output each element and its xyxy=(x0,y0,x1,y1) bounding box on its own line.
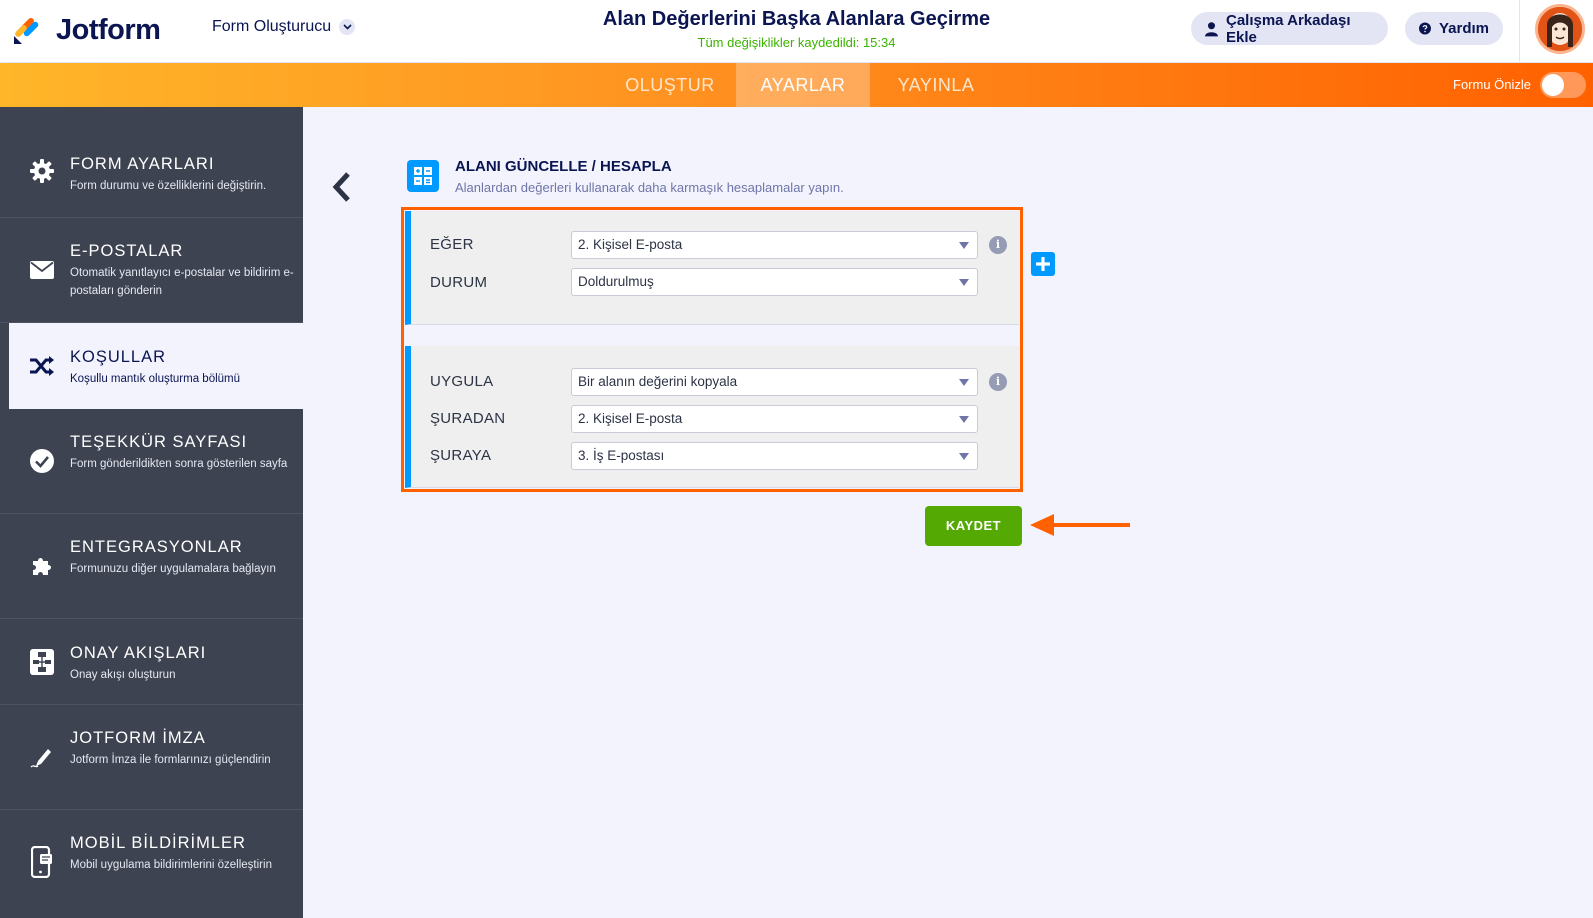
sidebar-item-integrations[interactable]: ENTEGRASYONLAR Formunuzu diğer uygulamal… xyxy=(0,514,303,619)
help-button[interactable]: Yardım xyxy=(1405,12,1503,45)
toggle-knob xyxy=(1542,74,1564,96)
chevron-left-icon xyxy=(332,172,350,202)
sidebar-item-thank-you-page[interactable]: TEŞEKKÜR SAYFASI Form gönderildikten son… xyxy=(0,409,303,514)
mobile-icon xyxy=(28,846,56,878)
sidebar-item-label: FORM AYARLARI xyxy=(70,155,215,173)
add-condition-button[interactable] xyxy=(1031,252,1055,276)
highlight-frame xyxy=(401,207,1023,492)
preview-form-toggle[interactable] xyxy=(1540,72,1586,98)
question-icon xyxy=(1419,22,1431,35)
preview-form-label: Formu Önizle xyxy=(1453,77,1532,92)
tab-publish[interactable]: YAYINLA xyxy=(876,63,996,107)
sidebar-item-mobile-notifications[interactable]: MOBİL BİLDİRİMLER Mobil uygulama bildiri… xyxy=(0,810,303,918)
check-circle-icon xyxy=(28,447,56,475)
sidebar-item-label: TEŞEKKÜR SAYFASI xyxy=(70,433,248,451)
plus-icon xyxy=(1036,257,1050,271)
envelope-icon xyxy=(28,256,56,284)
save-button[interactable]: KAYDET xyxy=(925,506,1022,546)
sidebar-item-desc: Formunuzu diğer uygulamalara bağlayın xyxy=(70,563,276,575)
pen-icon xyxy=(28,743,56,771)
gear-icon xyxy=(28,157,56,185)
sidebar-item-jotform-sign[interactable]: JOTFORM İMZA Jotform İmza ile formlarını… xyxy=(0,705,303,810)
sidebar-item-label: ENTEGRASYONLAR xyxy=(70,538,243,556)
builder-tab-bar: OLUŞTUR AYARLAR YAYINLA Formu Önizle xyxy=(0,63,1593,107)
tab-create[interactable]: OLUŞTUR xyxy=(610,63,730,107)
header-divider xyxy=(1519,0,1520,62)
sidebar-item-desc: Form durumu ve özelliklerini değiştirin. xyxy=(70,180,267,192)
user-icon xyxy=(1205,21,1218,36)
shuffle-icon xyxy=(28,352,56,380)
sidebar-item-desc: Form gönderildikten sonra gösterilen say… xyxy=(70,458,288,470)
avatar-illustration-icon xyxy=(1538,7,1582,51)
add-collaborator-label: Çalışma Arkadaşı Ekle xyxy=(1225,11,1351,46)
flow-icon xyxy=(28,648,56,676)
sidebar-item-conditions[interactable]: KOŞULLAR Koşullu mantık oluşturma bölümü xyxy=(9,323,303,409)
arrow-left-icon xyxy=(1030,514,1130,536)
back-button[interactable] xyxy=(330,170,354,204)
sidebar-item-approval-flows[interactable]: ONAY AKIŞLARI Onay akışı oluşturun xyxy=(0,619,303,705)
sidebar-item-desc: Koşullu mantık oluşturma bölümü xyxy=(70,373,241,385)
section-subtitle: Alanlardan değerleri kullanarak daha kar… xyxy=(455,180,844,195)
puzzle-icon xyxy=(28,552,56,580)
top-header: Jotform Form Oluşturucu Alan Değerlerini… xyxy=(0,0,1593,63)
sidebar-item-desc: Onay akışı oluşturun xyxy=(70,669,176,681)
sidebar-item-emails[interactable]: E-POSTALAR Otomatik yanıtlayıcı e-postal… xyxy=(0,218,303,323)
sidebar-item-label: E-POSTALAR xyxy=(70,242,184,260)
user-avatar[interactable] xyxy=(1535,4,1585,54)
tab-settings[interactable]: AYARLAR xyxy=(736,63,870,107)
add-collaborator-button[interactable]: Çalışma Arkadaşı Ekle xyxy=(1191,11,1388,46)
sidebar-item-desc: Otomatik yanıtlayıcı e-postalar ve bildi… xyxy=(70,267,294,297)
sidebar-item-label: KOŞULLAR xyxy=(70,348,167,366)
sidebar-item-form-settings[interactable]: FORM AYARLARI Form durumu ve özellikleri… xyxy=(0,107,303,218)
sidebar-item-desc: Jotform İmza ile formlarınızı güçlendiri… xyxy=(70,754,271,766)
sidebar-item-label: ONAY AKIŞLARI xyxy=(70,644,207,662)
help-label: Yardım xyxy=(1438,20,1489,37)
sidebar-item-desc: Mobil uygulama bildirimlerini özelleştir… xyxy=(70,859,272,871)
sidebar-item-label: MOBİL BİLDİRİMLER xyxy=(70,834,246,852)
calculator-icon xyxy=(407,160,439,192)
sidebar-item-label: JOTFORM İMZA xyxy=(70,729,206,747)
section-title: ALANI GÜNCELLE / HESAPLA xyxy=(455,158,672,175)
